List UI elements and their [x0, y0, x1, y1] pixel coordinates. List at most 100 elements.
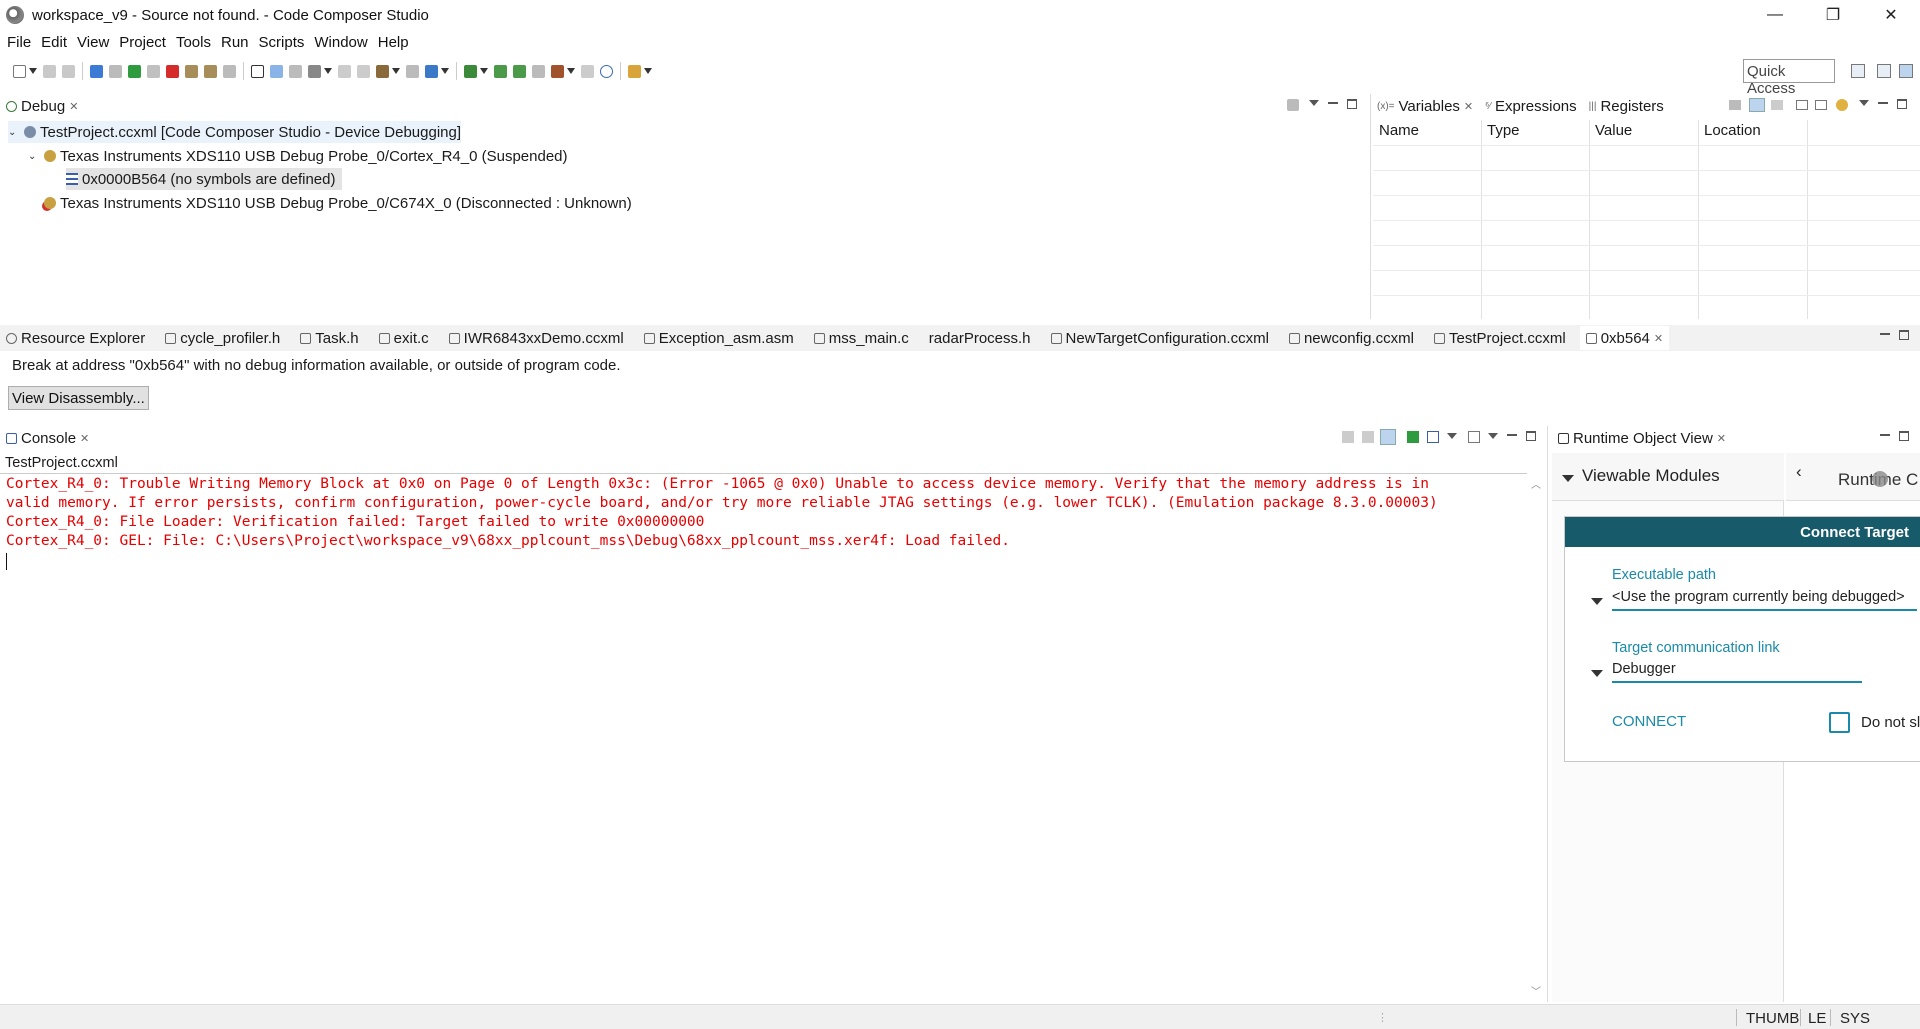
close-icon[interactable]: ✕ — [80, 432, 89, 445]
resume-icon[interactable] — [128, 64, 141, 78]
menu-file[interactable]: File — [2, 34, 36, 51]
comm-link-select[interactable]: Debugger — [1612, 661, 1862, 683]
tab-mss-main-c[interactable]: mss_main.c — [808, 326, 915, 350]
view-menu-icon[interactable] — [1859, 100, 1869, 106]
menu-view[interactable]: View — [72, 34, 114, 51]
run-config-icon[interactable] — [406, 64, 419, 78]
maximize-icon[interactable] — [1897, 99, 1907, 109]
pin-console-icon[interactable] — [1407, 431, 1419, 443]
close-icon[interactable]: ✕ — [1717, 432, 1726, 445]
tree-item-c674x[interactable]: Texas Instruments XDS110 USB Debug Probe… — [44, 192, 632, 214]
open-console-dropdown-icon[interactable] — [1488, 433, 1498, 439]
open-console-icon[interactable] — [1468, 431, 1480, 443]
executable-path-select[interactable]: <Use the program currently being debugge… — [1612, 589, 1917, 611]
maximize-icon[interactable] — [1899, 330, 1909, 340]
open-perspective-icon[interactable] — [1851, 64, 1865, 78]
chevron-down-icon[interactable] — [1562, 475, 1574, 482]
new-icon[interactable] — [13, 64, 26, 78]
tab-resource-explorer[interactable]: Resource Explorer — [0, 326, 151, 350]
refresh-icon[interactable] — [1836, 99, 1848, 111]
chevron-left-icon[interactable]: ‹ — [1796, 462, 1802, 482]
instruction-step-icon[interactable] — [270, 64, 283, 78]
maximize-icon[interactable] — [1899, 431, 1909, 441]
tab-expressions[interactable]: ⁶⁄ Expressions — [1479, 94, 1583, 118]
close-icon[interactable]: ✕ — [69, 100, 78, 113]
gear-dropdown-icon[interactable] — [480, 68, 488, 74]
view-disassembly-button[interactable]: View Disassembly... — [8, 386, 149, 410]
word-wrap-icon[interactable] — [1380, 429, 1396, 445]
tab-iwr6843xxdemo-ccxml[interactable]: IWR6843xxDemo.ccxml — [443, 326, 630, 350]
menu-run[interactable]: Run — [216, 34, 254, 51]
clear-console-icon[interactable] — [1342, 431, 1354, 443]
pin-icon[interactable] — [628, 64, 641, 78]
menu-edit[interactable]: Edit — [36, 34, 72, 51]
menu-window[interactable]: Window — [309, 34, 372, 51]
tree-item-stack-frame[interactable]: 0x0000B564 (no symbols are defined) — [66, 168, 342, 190]
ccs-debug-perspective-icon[interactable] — [1899, 64, 1913, 78]
connect-button[interactable]: CONNECT — [1612, 713, 1686, 730]
tab-registers[interactable]: ||| Registers — [1583, 94, 1670, 118]
refresh-icon[interactable] — [338, 64, 351, 78]
close-button[interactable]: ✕ — [1862, 0, 1920, 30]
tab-newconfig-ccxml[interactable]: newconfig.ccxml — [1283, 326, 1420, 350]
tab-exit-c[interactable]: exit.c — [373, 326, 435, 350]
build-icon[interactable] — [376, 64, 389, 78]
chevron-down-icon[interactable] — [1591, 598, 1603, 605]
tab-runtime-object-view[interactable]: Runtime Object View ✕ — [1552, 426, 1733, 450]
clone-icon[interactable] — [581, 64, 594, 78]
chevron-down-icon[interactable] — [1591, 670, 1603, 677]
column-header-type[interactable]: Type — [1487, 122, 1520, 139]
tree-item-cortex-r4[interactable]: ⌄ Texas Instruments XDS110 USB Debug Pro… — [28, 145, 568, 167]
quick-access-input[interactable]: Quick Access — [1743, 59, 1835, 97]
sync-icon[interactable] — [357, 64, 370, 78]
collapse-all-icon[interactable] — [1771, 100, 1783, 110]
step-into-icon[interactable] — [185, 64, 198, 78]
minimize-icon[interactable] — [1880, 432, 1890, 436]
view-menu-icon[interactable] — [1309, 100, 1319, 106]
scroll-down-icon[interactable]: ﹀ — [1531, 983, 1541, 998]
hammer-dropdown-icon[interactable] — [567, 68, 575, 74]
load-icon[interactable] — [109, 64, 122, 78]
step-return-icon[interactable] — [223, 64, 236, 78]
chevron-down-icon[interactable]: ⌄ — [28, 151, 38, 162]
tab-variables[interactable]: (x)= Variables ✕ — [1371, 94, 1480, 118]
tree-item-session[interactable]: ⌄ TestProject.ccxml [Code Composer Studi… — [8, 121, 462, 143]
tab-console[interactable]: Console ✕ — [0, 426, 96, 450]
toggle-icon[interactable] — [532, 64, 545, 78]
minimize-icon[interactable] — [1880, 331, 1890, 335]
menu-help[interactable]: Help — [373, 34, 414, 51]
restart-icon[interactable] — [308, 64, 321, 78]
menu-tools[interactable]: Tools — [171, 34, 216, 51]
show-logical-structure-icon[interactable] — [1749, 98, 1765, 112]
step-assembly-over-icon[interactable] — [513, 64, 526, 78]
pin-dropdown-icon[interactable] — [644, 68, 652, 74]
viewable-modules-header[interactable]: Viewable Modules — [1552, 453, 1784, 501]
do-not-show-checkbox[interactable] — [1829, 712, 1850, 733]
menu-project[interactable]: Project — [114, 34, 171, 51]
suspend-icon[interactable] — [147, 64, 160, 78]
column-header-value[interactable]: Value — [1595, 122, 1632, 139]
search-icon[interactable] — [600, 64, 613, 78]
profile-icon[interactable] — [425, 64, 438, 78]
save-all-icon[interactable] — [62, 64, 75, 78]
restore-button[interactable]: ❐ — [1804, 0, 1862, 30]
close-icon[interactable]: ✕ — [1464, 100, 1473, 113]
minimize-icon[interactable] — [1328, 100, 1338, 104]
ccs-edit-perspective-icon[interactable] — [1877, 64, 1891, 78]
restart-dropdown-icon[interactable] — [324, 68, 332, 74]
memory-icon[interactable] — [251, 64, 264, 78]
maximize-icon[interactable] — [1526, 431, 1536, 441]
scroll-lock-icon[interactable] — [1362, 431, 1374, 443]
minimize-icon[interactable] — [1878, 100, 1888, 104]
column-header-name[interactable]: Name — [1379, 122, 1419, 139]
tab-debug[interactable]: Debug ✕ — [0, 94, 85, 118]
chevron-down-icon[interactable]: ⌄ — [8, 127, 18, 138]
new-dropdown-icon[interactable] — [29, 68, 37, 74]
tab-testproject-ccxml[interactable]: TestProject.ccxml — [1428, 326, 1572, 350]
terminate-icon[interactable] — [166, 64, 179, 78]
maximize-icon[interactable] — [1347, 99, 1357, 109]
show-type-names-icon[interactable] — [1729, 100, 1741, 110]
close-icon[interactable]: ✕ — [1654, 332, 1663, 345]
profile-dropdown-icon[interactable] — [441, 68, 449, 74]
gear-icon[interactable] — [464, 64, 477, 78]
